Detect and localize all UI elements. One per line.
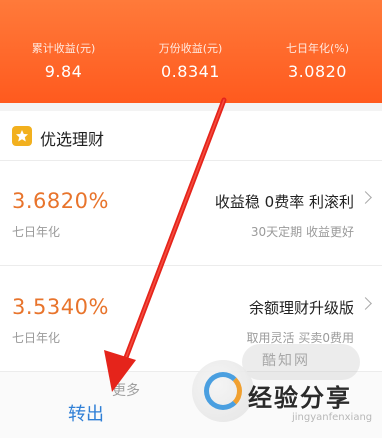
section-title: 优选理财 <box>40 130 105 149</box>
summary-header: 累计收益(元) 9.84 万份收益(元) 0.8341 七日年化(%) 3.08… <box>0 0 382 103</box>
chevron-right-icon <box>359 191 372 204</box>
product-row[interactable]: 3.6820% 七日年化 收益稳 0费率 利滚利 30天定期 收益更好 <box>0 162 382 266</box>
product-rate-label: 七日年化 <box>12 331 61 345</box>
more-link-partial[interactable]: 更多 <box>112 380 140 400</box>
product-title: 余额理财升级版 <box>248 299 354 317</box>
product-subtitle: 30天定期 收益更好 <box>250 225 354 239</box>
product-rate-label: 七日年化 <box>12 225 61 239</box>
section-divider <box>0 103 382 111</box>
stat-label: 七日年化(%) <box>285 42 350 55</box>
chevron-right-icon <box>359 297 372 310</box>
stat-earnings-per-10k[interactable]: 万份收益(元) 0.8341 <box>127 40 254 81</box>
stat-seven-day-yield[interactable]: 七日年化(%) 3.0820 <box>254 40 381 81</box>
product-title: 收益稳 0费率 利滚利 <box>214 193 354 211</box>
product-rate: 3.6820% <box>12 189 109 213</box>
star-badge-icon <box>12 126 32 146</box>
watermark-cloud-text: 酷知网 <box>262 353 310 369</box>
stat-value: 3.0820 <box>288 62 347 81</box>
stat-label: 万份收益(元) <box>158 42 223 55</box>
stat-value: 0.8341 <box>161 62 220 81</box>
stat-cumulative-earnings[interactable]: 累计收益(元) 9.84 <box>0 40 127 81</box>
stat-value: 9.84 <box>44 62 83 81</box>
watermark-subtext: jingyanfenxiang <box>292 412 373 423</box>
product-rate: 3.5340% <box>12 295 109 319</box>
stat-label: 累计收益(元) <box>31 42 96 55</box>
watermark-text: 经验分享 <box>248 384 352 412</box>
transfer-out-button[interactable]: 转出 <box>68 400 104 426</box>
section-header: 优选理财 <box>0 111 382 161</box>
watermark-ring-icon <box>204 372 242 410</box>
watermark: 酷知网 经验分享 jingyanfenxiang <box>182 340 382 438</box>
